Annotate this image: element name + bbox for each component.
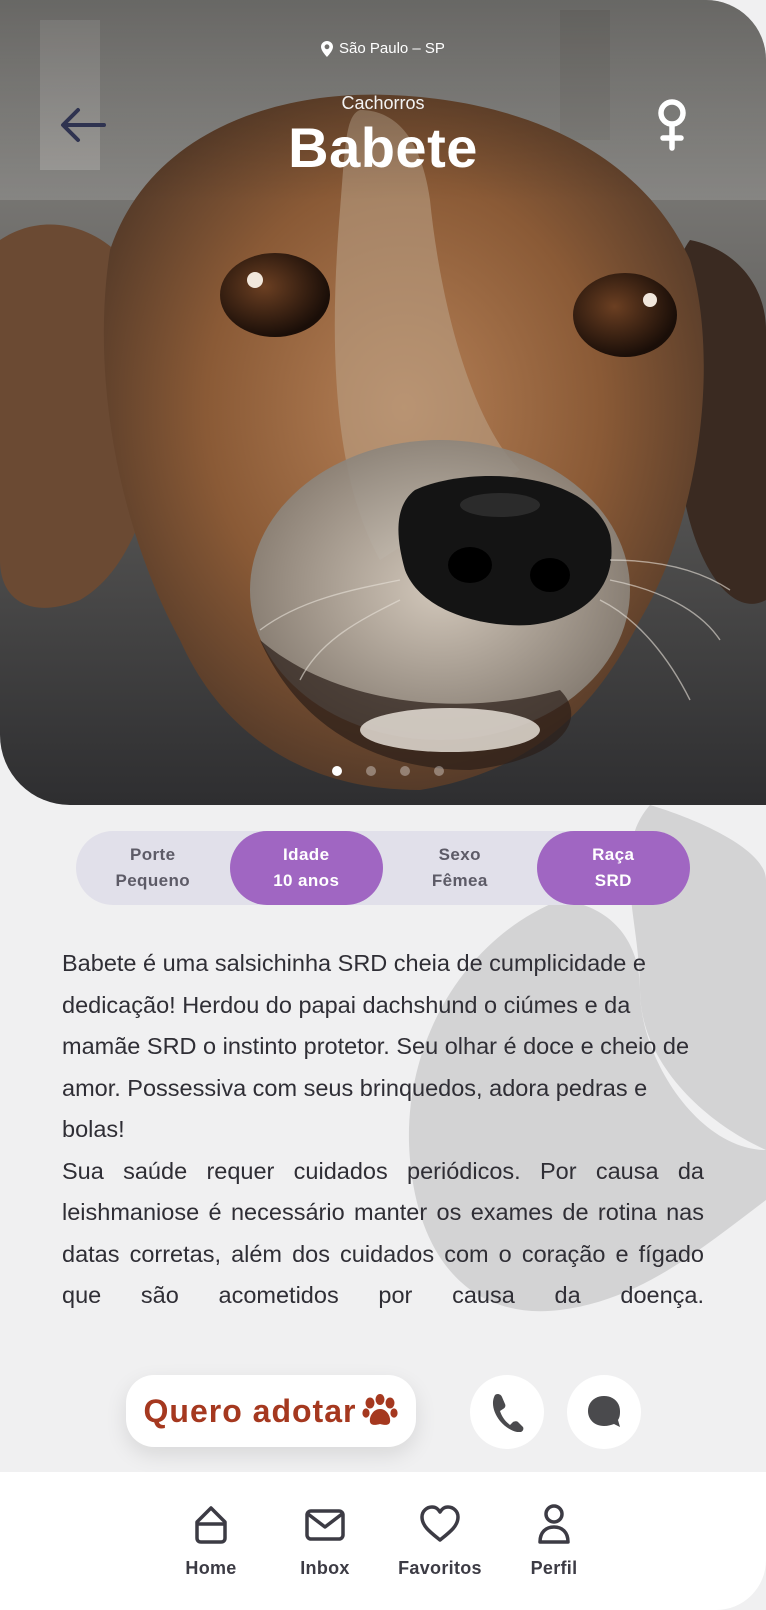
call-button[interactable] bbox=[470, 1375, 544, 1449]
attribute-value: Pequeno bbox=[115, 871, 191, 890]
nav-item-profile[interactable]: Perfil bbox=[499, 1502, 609, 1579]
description-paragraph: Sua saúde requer cuidados periódicos. Po… bbox=[62, 1157, 704, 1309]
nav-label-inbox: Inbox bbox=[300, 1558, 350, 1578]
attribute-value: SRD bbox=[594, 871, 632, 890]
nav-label-home: Home bbox=[185, 1558, 237, 1578]
heart-icon bbox=[420, 1505, 460, 1542]
chat-icon bbox=[588, 1396, 620, 1427]
carousel-dot[interactable] bbox=[332, 766, 342, 776]
attribute-label: Sexo bbox=[438, 845, 481, 864]
location-pin-icon bbox=[321, 40, 334, 57]
description-paragraph: Babete é uma salsichinha SRD cheia de cu… bbox=[62, 950, 690, 1142]
attribute-value: 10 anos bbox=[273, 871, 340, 890]
back-button[interactable] bbox=[56, 100, 112, 150]
nav-item-inbox[interactable]: Inbox bbox=[270, 1502, 380, 1579]
nav-item-favorites[interactable]: Favoritos bbox=[385, 1502, 495, 1579]
nav-item-home[interactable]: Home bbox=[156, 1502, 266, 1579]
adopt-button-label: Quero adotar bbox=[143, 1392, 357, 1429]
hero-photo-carousel[interactable]: São Paulo – SP Cachorros Babete bbox=[0, 0, 766, 805]
home-icon bbox=[195, 1506, 227, 1544]
attribute-sex[interactable]: Sexo Fêmea bbox=[383, 831, 537, 905]
carousel-dot[interactable] bbox=[366, 766, 376, 776]
female-gender-icon bbox=[658, 99, 686, 151]
pet-name: Babete bbox=[288, 116, 478, 179]
attribute-value: Fêmea bbox=[431, 871, 488, 890]
user-icon bbox=[538, 1504, 570, 1544]
attribute-size[interactable]: Porte Pequeno bbox=[76, 831, 230, 905]
chat-button[interactable] bbox=[567, 1375, 641, 1449]
arrow-left-icon bbox=[61, 108, 106, 142]
pet-attributes: Porte Pequeno Idade 10 anos Sexo Fêmea R… bbox=[76, 831, 690, 905]
nav-label-favorites: Favoritos bbox=[398, 1558, 482, 1578]
attribute-label: Idade bbox=[283, 845, 330, 864]
carousel-dot[interactable] bbox=[400, 766, 410, 776]
carousel-dots bbox=[0, 766, 766, 776]
bottom-navigation: Home Inbox Favoritos Perfil bbox=[0, 1472, 766, 1610]
adopt-button[interactable]: Quero adotar bbox=[126, 1375, 416, 1447]
phone-icon bbox=[492, 1393, 524, 1432]
nav-label-profile: Perfil bbox=[530, 1558, 578, 1578]
mail-icon bbox=[305, 1509, 345, 1541]
carousel-dot[interactable] bbox=[434, 766, 444, 776]
pet-description: Babete é uma salsichinha SRD cheia de cu… bbox=[62, 943, 704, 1317]
attribute-label: Porte bbox=[130, 845, 176, 864]
attribute-label: Raça bbox=[592, 845, 635, 864]
location-label: São Paulo – SP bbox=[0, 40, 766, 57]
attribute-breed[interactable]: Raça SRD bbox=[536, 831, 690, 905]
paw-icon bbox=[362, 1394, 399, 1425]
attribute-age[interactable]: Idade 10 anos bbox=[229, 831, 383, 905]
pet-detail-screen: São Paulo – SP Cachorros Babete Porte Pe… bbox=[0, 0, 766, 1610]
pet-category: Cachorros bbox=[341, 93, 425, 113]
location-text: São Paulo – SP bbox=[339, 40, 445, 57]
